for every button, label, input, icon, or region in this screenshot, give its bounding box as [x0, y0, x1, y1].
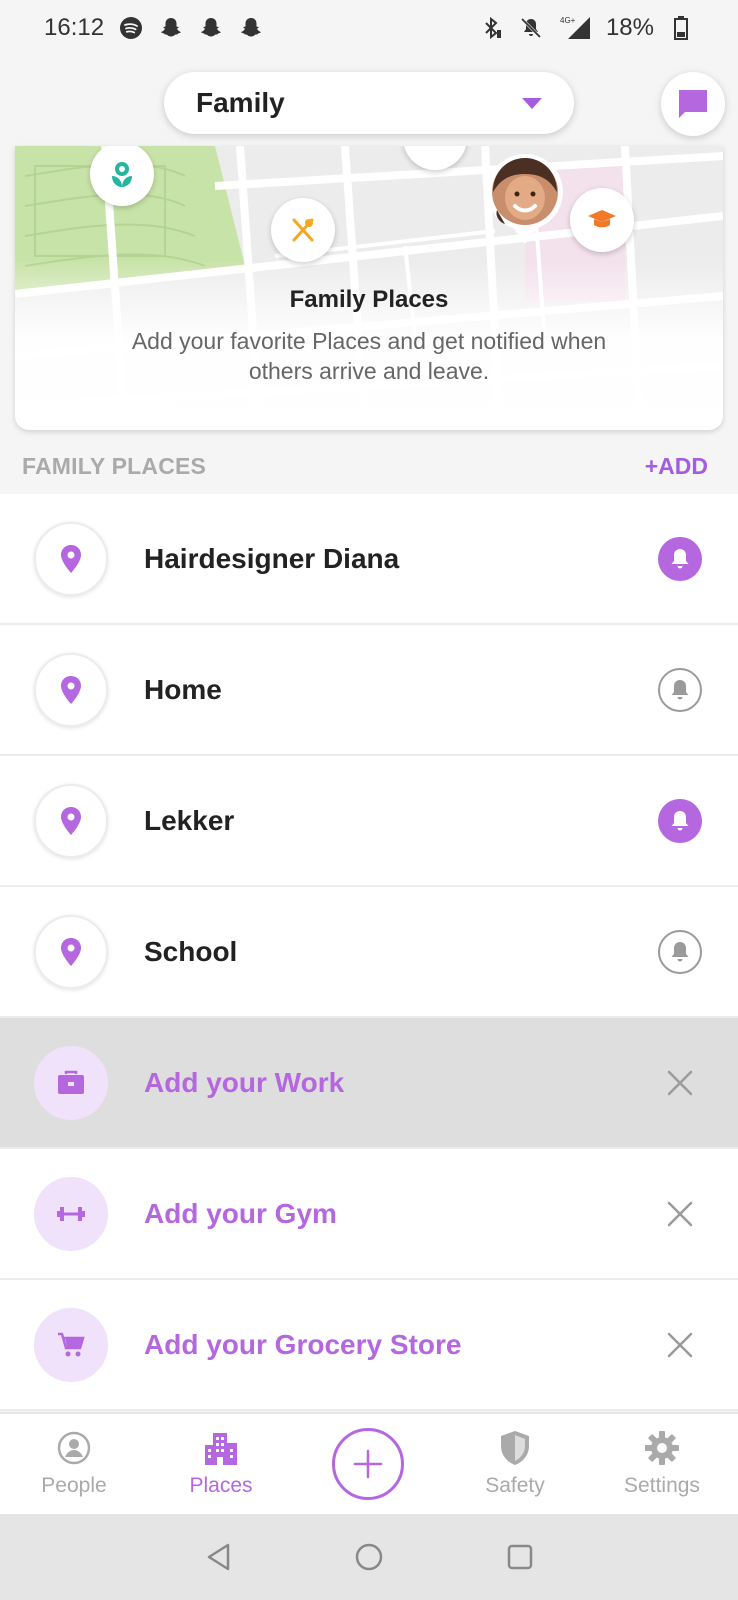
suggestion-label: Add your Gym: [144, 1197, 337, 1229]
tab-label: Safety: [485, 1474, 545, 1497]
member-avatar-pin: [485, 152, 565, 244]
chat-button[interactable]: [661, 72, 725, 136]
battery-percent: 18%: [605, 14, 654, 41]
status-left: 16:12: [44, 14, 264, 42]
suggestion-row-grocery-store[interactable]: Add your Grocery Store: [0, 1280, 738, 1411]
tab-people[interactable]: People: [14, 1428, 134, 1498]
notification-bell-on-icon[interactable]: [658, 798, 702, 843]
flower-icon: [112, 162, 132, 187]
header: Family: [0, 56, 738, 146]
circle-selector[interactable]: Family: [164, 72, 574, 134]
graduation-cap-icon: [588, 210, 616, 228]
notification-bell-off-icon[interactable]: [658, 929, 702, 974]
add-button[interactable]: [332, 1428, 404, 1500]
section-title: FAMILY PLACES: [22, 452, 207, 479]
person-icon: [14, 1428, 134, 1468]
location-pin-icon: [34, 783, 108, 858]
map-pin-restaurant: [271, 198, 335, 262]
place-name: School: [144, 935, 238, 967]
snapchat-icon: [198, 15, 224, 41]
map-card-title: Family Places: [289, 286, 449, 313]
snapchat-icon: [158, 15, 184, 41]
tab-label: Places: [189, 1474, 253, 1497]
battery-icon: [668, 15, 694, 41]
status-bar: 16:12 4G+ 18%: [0, 0, 738, 56]
place-name: Hairdesigner Diana: [144, 542, 400, 574]
shield-icon: [455, 1428, 575, 1468]
home-icon[interactable]: [352, 1540, 386, 1574]
places-section-header: FAMILY PLACES +ADD: [0, 438, 738, 494]
tab-label: Settings: [624, 1474, 700, 1497]
suggestion-row-gym[interactable]: Add your Gym: [0, 1149, 738, 1280]
briefcase-icon: [34, 1045, 108, 1120]
signal-icon: 4G+: [558, 15, 592, 41]
place-row-lekker[interactable]: Lekker: [0, 756, 738, 887]
fork-knife-icon: [292, 218, 314, 242]
chat-icon: [679, 90, 707, 118]
back-icon[interactable]: [202, 1540, 236, 1574]
snapchat-icon: [238, 15, 264, 41]
location-pin-icon: [34, 914, 108, 989]
status-time: 16:12: [44, 14, 105, 41]
network-type: 4G+: [560, 16, 576, 25]
gear-icon: [602, 1428, 722, 1468]
grid-icon: [424, 146, 446, 149]
place-row-home[interactable]: Home: [0, 625, 738, 756]
location-pin-icon: [34, 652, 108, 727]
mute-icon: [518, 15, 544, 41]
recents-icon[interactable]: [503, 1540, 537, 1574]
place-row-hairdesigner-diana[interactable]: Hairdesigner Diana: [0, 494, 738, 625]
location-pin-icon: [34, 521, 108, 596]
notification-bell-off-icon[interactable]: [658, 667, 702, 712]
suggestion-row-work[interactable]: Add your Work: [0, 1018, 738, 1149]
buildings-icon: [161, 1428, 281, 1468]
close-icon[interactable]: [658, 1192, 702, 1236]
close-icon[interactable]: [658, 1323, 702, 1367]
add-place-button[interactable]: +ADD: [645, 453, 716, 480]
family-places-map-card: Family Places Add your favorite Places a…: [15, 146, 723, 430]
map-card-description: Add your favorite Places and get notifie…: [131, 328, 607, 384]
tab-places[interactable]: Places: [161, 1428, 281, 1498]
bottom-tab-bar: People Places Safety Settings: [0, 1412, 738, 1514]
system-nav-bar: [0, 1514, 738, 1600]
suggestion-label: Add your Work: [144, 1066, 345, 1098]
tab-label: People: [41, 1474, 107, 1497]
place-name: Home: [144, 673, 222, 705]
chevron-down-icon: [522, 97, 542, 109]
tab-settings[interactable]: Settings: [602, 1428, 722, 1498]
close-icon[interactable]: [658, 1061, 702, 1105]
shopping-cart-icon: [34, 1307, 108, 1382]
tab-safety[interactable]: Safety: [455, 1428, 575, 1498]
plus-icon: [353, 1449, 383, 1479]
map-pin-school: [570, 188, 634, 252]
spotify-icon: [118, 15, 144, 41]
places-list: Hairdesigner Diana Home Lekker School Ad…: [0, 494, 738, 1411]
dumbbell-icon: [34, 1176, 108, 1251]
circle-name: Family: [196, 87, 285, 118]
place-row-school[interactable]: School: [0, 887, 738, 1018]
status-right: 4G+ 18%: [478, 14, 694, 42]
place-name: Lekker: [144, 804, 235, 836]
bluetooth-icon: [478, 15, 504, 41]
suggestion-label: Add your Grocery Store: [144, 1328, 462, 1360]
notification-bell-on-icon[interactable]: [658, 536, 702, 581]
